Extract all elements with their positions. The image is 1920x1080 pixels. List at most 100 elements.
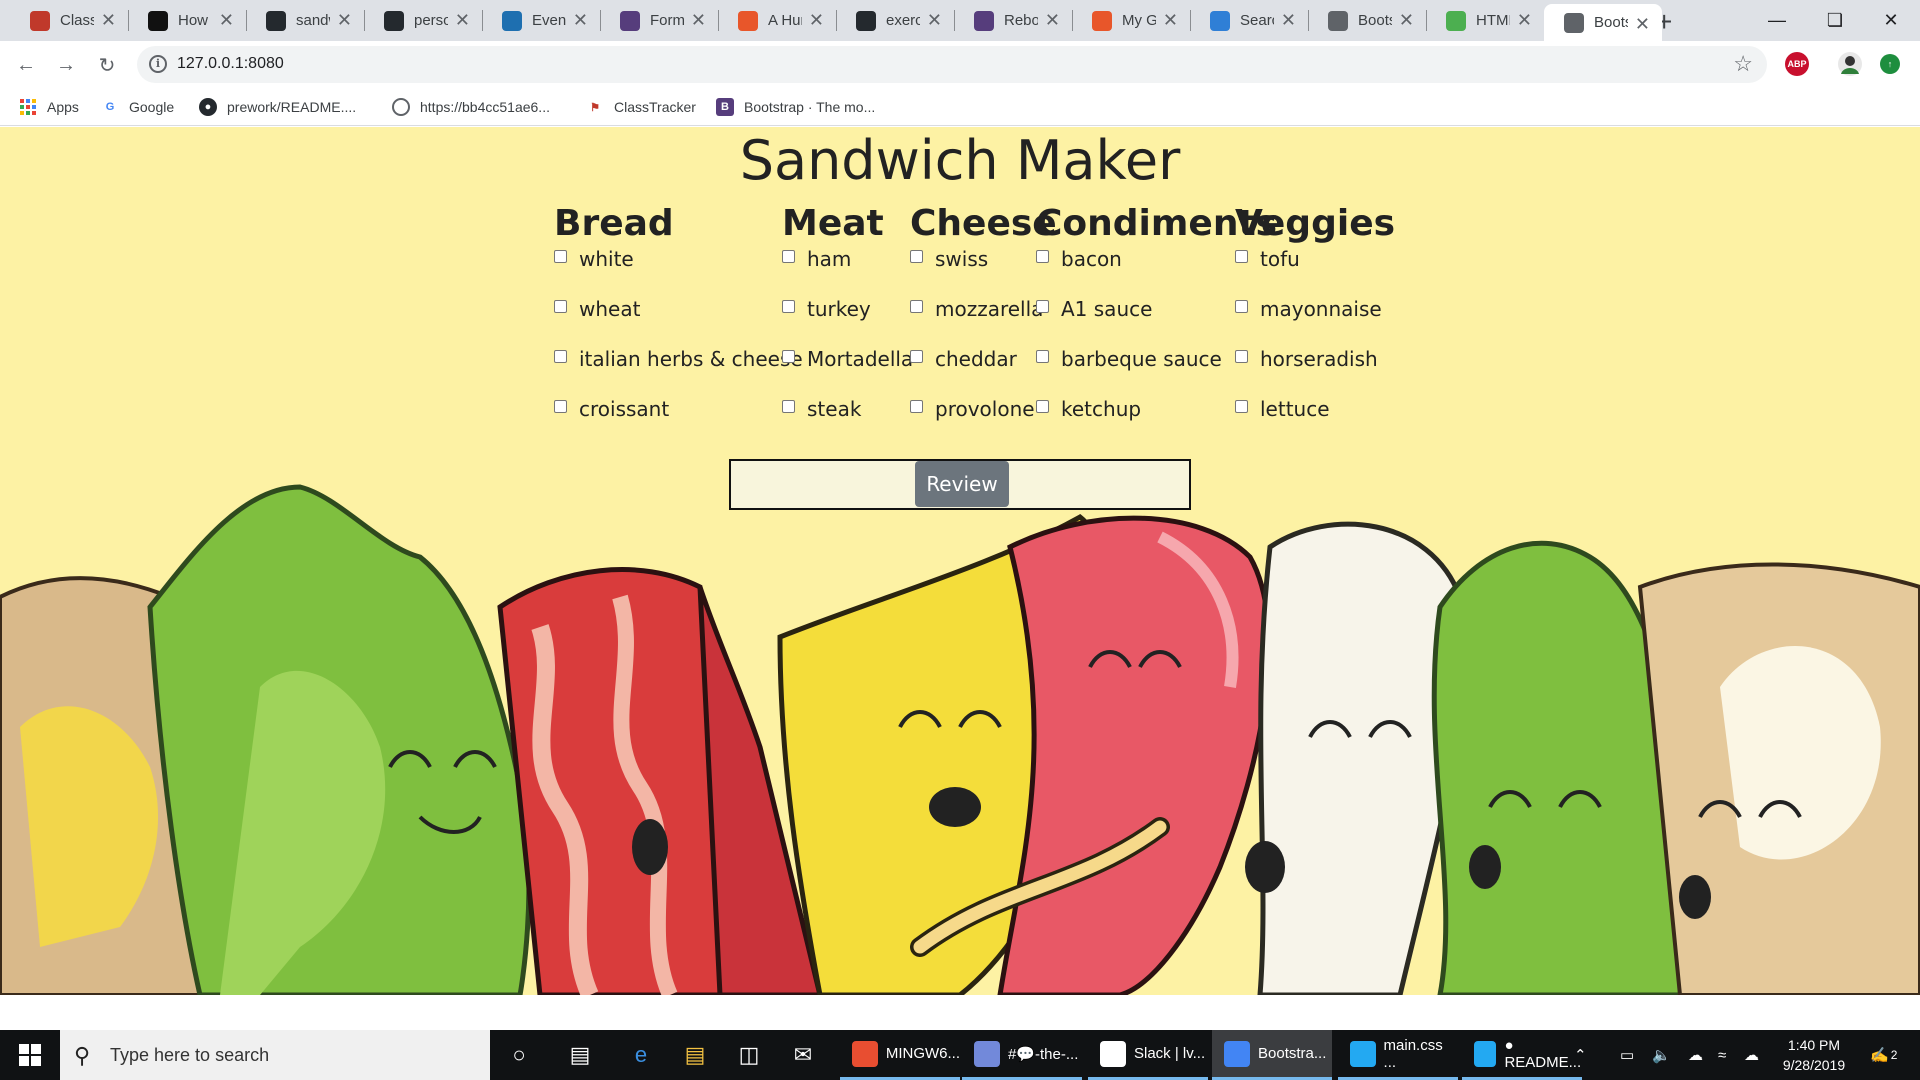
reload-icon[interactable]: ↻ [93,51,121,79]
ingredient-checkbox[interactable] [782,349,795,363]
battery-icon[interactable]: ▭ [1620,1030,1634,1080]
ingredient-checkbox[interactable] [1036,299,1049,313]
edge-icon[interactable]: e [614,1030,668,1080]
ingredient-option[interactable]: mayonnaise [1235,297,1382,321]
mail-icon[interactable]: ✉ [776,1030,830,1080]
ingredient-checkbox[interactable] [554,349,567,363]
ingredient-option[interactable]: provolone [910,397,1035,421]
browser-tab[interactable]: personal ✕ [364,0,482,41]
volume-icon[interactable]: 🔈 [1652,1030,1671,1080]
ingredient-checkbox[interactable] [1235,299,1248,313]
windows-start-icon[interactable] [0,1030,60,1080]
bookmark-link[interactable]: https://bb4cc51ae6... [392,96,550,118]
onedrive-icon[interactable]: ☁ [1744,1030,1759,1080]
ingredient-option[interactable]: mozzarella [910,297,1043,321]
taskbar-app[interactable]: MINGW6... [840,1030,960,1080]
back-icon[interactable]: ← [12,51,40,79]
ingredient-checkbox[interactable] [1235,399,1248,413]
browser-tab[interactable]: Bootstrap ✕ [1308,0,1426,41]
ingredient-option[interactable]: swiss [910,247,988,271]
adblock-icon[interactable]: ABP [1785,52,1809,76]
maximize-icon[interactable]: ❏ [1806,0,1864,41]
ingredient-checkbox[interactable] [1036,399,1049,413]
ingredient-option[interactable]: italian herbs & cheese [554,347,803,371]
ingredient-checkbox[interactable] [554,399,567,413]
minimize-icon[interactable]: — [1748,0,1806,41]
ingredient-checkbox[interactable] [1036,349,1049,363]
taskbar-app[interactable]: main.css ... [1338,1030,1458,1080]
close-window-icon[interactable]: ✕ [1862,0,1920,41]
tab-close-icon[interactable]: ✕ [1281,10,1296,31]
taskbar-app[interactable]: Bootstra... [1212,1030,1332,1080]
ingredient-option[interactable]: cheddar [910,347,1017,371]
update-icon[interactable]: ↑ [1880,54,1900,74]
ingredient-checkbox[interactable] [1235,249,1248,263]
ingredient-option[interactable]: A1 sauce [1036,297,1152,321]
notifications-icon[interactable]: ✍ 2 [1870,1030,1897,1080]
tab-close-icon[interactable]: ✕ [219,10,234,31]
ingredient-option[interactable]: bacon [1036,247,1122,271]
ingredient-checkbox[interactable] [554,249,567,263]
cortana-icon[interactable]: ○ [492,1030,546,1080]
system-clock[interactable]: 1:40 PM 9/28/2019 [1770,1035,1858,1075]
browser-tab[interactable]: ClassTracker ✕ [10,0,128,41]
browser-tab[interactable]: Forms ✕ [600,0,718,41]
ingredient-checkbox[interactable] [782,249,795,263]
network-icon[interactable]: ☁ [1688,1030,1703,1080]
browser-tab[interactable]: HTML ✕ [1426,0,1544,41]
tab-close-icon[interactable]: ✕ [455,10,470,31]
browser-tab[interactable]: sandwich ✕ [246,0,364,41]
bookmark-apps[interactable]: Apps [19,96,79,118]
ingredient-checkbox[interactable] [910,399,923,413]
ingredient-option[interactable]: ketchup [1036,397,1141,421]
ingredient-checkbox[interactable] [554,299,567,313]
browser-tab[interactable]: exercises ✕ [836,0,954,41]
store-icon[interactable]: ◫ [722,1030,776,1080]
bookmark-bootstrap[interactable]: B Bootstrap · The mo... [716,96,875,118]
address-bar[interactable]: i 127.0.0.1:8080 ☆ [137,46,1767,83]
ingredient-option[interactable]: lettuce [1235,397,1330,421]
ingredient-option[interactable]: wheat [554,297,640,321]
bookmark-star-icon[interactable]: ☆ [1733,51,1753,77]
taskbar-app[interactable]: ● README... [1462,1030,1582,1080]
ingredient-checkbox[interactable] [1235,349,1248,363]
browser-tab[interactable]: Events ✕ [482,0,600,41]
wifi-icon[interactable]: ≈ [1718,1030,1726,1080]
ingredient-checkbox[interactable] [910,249,923,263]
tab-close-icon[interactable]: ✕ [691,10,706,31]
ingredient-option[interactable]: white [554,247,634,271]
ingredient-checkbox[interactable] [1036,249,1049,263]
review-button[interactable]: Review [915,461,1009,507]
browser-tab[interactable]: My Gists ✕ [1072,0,1190,41]
tab-close-icon[interactable]: ✕ [101,10,116,31]
browser-tab[interactable]: Reboot ✕ [954,0,1072,41]
bookmark-prework[interactable]: ● prework/README.... [199,96,356,118]
ingredient-checkbox[interactable] [910,299,923,313]
taskbar-app[interactable]: Slack | lv... [1088,1030,1208,1080]
browser-tab[interactable]: How to ✕ [128,0,246,41]
forward-icon[interactable]: → [52,51,80,79]
bookmark-classtracker[interactable]: ⚑ ClassTracker [586,96,696,118]
browser-tab[interactable]: Bootstrap ✕ [1544,4,1662,41]
ingredient-option[interactable]: turkey [782,297,871,321]
profile-avatar[interactable] [1838,52,1862,76]
tab-close-icon[interactable]: ✕ [1517,10,1532,31]
tab-close-icon[interactable]: ✕ [1045,10,1060,31]
url-text[interactable]: 127.0.0.1:8080 [177,55,284,73]
ingredient-option[interactable]: ham [782,247,851,271]
tab-close-icon[interactable]: ✕ [1399,10,1414,31]
ingredient-checkbox[interactable] [910,349,923,363]
tab-close-icon[interactable]: ✕ [573,10,588,31]
bookmark-google[interactable]: G Google [101,96,174,118]
tab-close-icon[interactable]: ✕ [1635,14,1650,35]
ingredient-option[interactable]: horseradish [1235,347,1378,371]
ingredient-option[interactable]: croissant [554,397,669,421]
browser-tab[interactable]: A Hundred ✕ [718,0,836,41]
file-explorer-icon[interactable]: ▤ [668,1030,722,1080]
ingredient-option[interactable]: steak [782,397,861,421]
browser-tab[interactable]: Search ✕ [1190,0,1308,41]
tab-close-icon[interactable]: ✕ [1163,10,1178,31]
taskbar-search[interactable]: ⚲ Type here to search [60,1030,490,1080]
tab-close-icon[interactable]: ✕ [927,10,942,31]
tab-close-icon[interactable]: ✕ [809,10,824,31]
